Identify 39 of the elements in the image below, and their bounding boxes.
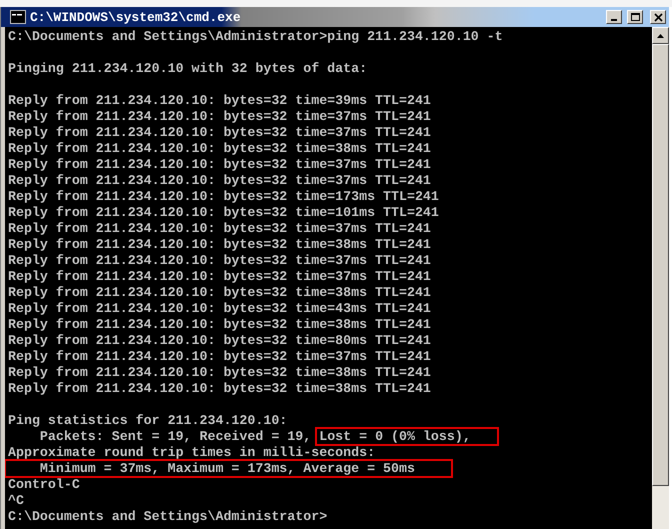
- console-line: Packets: Sent = 19, Received = 19,: [38, 429, 312, 444]
- highlighted-text: Minimum = 37ms, Maximum = 173ms, Average = 50ms: [5, 459, 453, 478]
- console-line: Reply from 211.234.120.10: bytes=32 time=37ms TTL=241: [8, 173, 431, 189]
- close-button[interactable]: [650, 10, 666, 24]
- minimize-button[interactable]: [606, 10, 622, 24]
- console-line: Reply from 211.234.120.10: bytes=32 time=37ms TTL=241: [8, 253, 431, 269]
- console-line: Reply from 211.234.120.10: bytes=32 time=173ms TTL=241: [8, 189, 439, 205]
- console-line: Reply from 211.234.120.10: bytes=32 time=37ms TTL=241: [8, 125, 431, 141]
- console-line: Control-C: [8, 477, 80, 493]
- maximize-button[interactable]: [627, 10, 643, 24]
- console-line: Reply from 211.234.120.10: bytes=32 time=38ms TTL=241: [8, 285, 431, 301]
- console-line: Pinging 211.234.120.10 with 32 bytes of data:: [8, 61, 368, 77]
- console-line: Reply from 211.234.120.10: bytes=32 time=39ms TTL=241: [8, 93, 431, 109]
- console-line: Ping statistics for 211.234.120.10:: [8, 413, 288, 429]
- console-line: C:\Documents and Settings\Administrator>: [8, 509, 328, 525]
- console-line: Reply from 211.234.120.10: bytes=32 time=80ms TTL=241: [8, 333, 431, 349]
- console-line: Reply from 211.234.120.10: bytes=32 time=37ms TTL=241: [8, 109, 431, 125]
- console-line: Reply from 211.234.120.10: bytes=32 time=38ms TTL=241: [8, 381, 431, 397]
- maximize-icon: [630, 12, 640, 22]
- minimize-icon: [611, 19, 617, 21]
- highlighted-text: Lost = 0 (0% loss),: [315, 427, 499, 446]
- console-line: Reply from 211.234.120.10: bytes=32 time=101ms TTL=241: [8, 205, 439, 221]
- close-icon: [654, 12, 662, 22]
- console-line: ^C: [8, 493, 24, 509]
- console-line: Reply from 211.234.120.10: bytes=32 time=38ms TTL=241: [8, 365, 431, 381]
- console-line: C:\Documents and Settings\Administrator>ping 211.234.120.10 -t: [8, 29, 503, 45]
- console-line: Reply from 211.234.120.10: bytes=32 time=38ms TTL=241: [8, 237, 431, 253]
- console-icon: [10, 10, 26, 24]
- console-line: Reply from 211.234.120.10: bytes=32 time=37ms TTL=241: [8, 221, 431, 237]
- console-line: Reply from 211.234.120.10: bytes=32 time=43ms TTL=241: [8, 301, 431, 317]
- console-line: Approximate round trip times in milli-seconds:: [8, 445, 376, 461]
- console-line: Reply from 211.234.120.10: bytes=32 time=37ms TTL=241: [8, 157, 431, 173]
- scroll-up-button[interactable]: [652, 27, 669, 44]
- console-line: Reply from 211.234.120.10: bytes=32 time=38ms TTL=241: [8, 141, 431, 157]
- console-line: Reply from 211.234.120.10: bytes=32 time=37ms TTL=241: [8, 349, 431, 365]
- window-title: C:\WINDOWS\system32\cmd.exe: [30, 10, 241, 24]
- console-line: Reply from 211.234.120.10: bytes=32 time=38ms TTL=241: [8, 317, 431, 333]
- up-arrow-icon: [657, 34, 664, 38]
- console-line: Reply from 211.234.120.10: bytes=32 time=37ms TTL=241: [8, 269, 431, 285]
